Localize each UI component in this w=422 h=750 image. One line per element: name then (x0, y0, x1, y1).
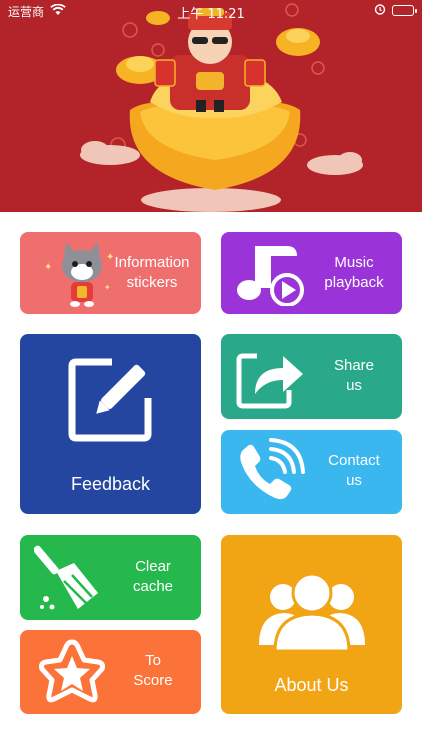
to-score-label-line2: Score (133, 672, 173, 689)
to-score-label-line1: To (145, 652, 161, 669)
status-bar: 运营商 上午 11:21 (0, 0, 422, 22)
information-stickers-label-line2: stickers (126, 274, 178, 291)
about-us-tile[interactable]: About Us (221, 535, 402, 714)
clear-cache-label-line2: cache (132, 578, 174, 595)
battery-icon (392, 5, 417, 16)
cat-sticker-icon: ✦ ✦ ✦ (42, 240, 122, 314)
information-stickers-label-line1: Information (114, 254, 190, 271)
edit-pencil-icon (66, 354, 156, 449)
information-stickers-tile[interactable]: ✦ ✦ ✦ Information stickers (20, 232, 201, 314)
share-arrow-icon (235, 344, 307, 415)
star-icon (36, 638, 108, 713)
music-playback-tile[interactable]: Music playback (221, 232, 402, 314)
share-us-label-line2: us (346, 377, 362, 394)
clear-cache-tile[interactable]: Clear cache (20, 535, 201, 620)
share-us-tile[interactable]: Share us (221, 334, 402, 419)
broom-icon (33, 541, 106, 618)
music-note-play-icon (235, 240, 309, 311)
god-of-wealth-illustration (80, 3, 363, 212)
feedback-label: Feedback (70, 474, 151, 494)
svg-text:✦: ✦ (44, 262, 52, 273)
about-us-label: About Us (274, 675, 349, 695)
phone-icon (235, 438, 305, 511)
music-playback-label-line2: playback (324, 274, 384, 291)
contact-us-label-line2: us (346, 472, 362, 489)
music-playback-label-line1: Music (334, 254, 374, 271)
group-users-icon (257, 571, 367, 660)
alarm-icon (374, 3, 386, 18)
status-time: 上午 11:21 (177, 7, 245, 22)
header-banner (0, 0, 422, 212)
contact-us-tile[interactable]: Contact us (221, 430, 402, 514)
feedback-tile[interactable]: Feedback (20, 334, 201, 514)
svg-text:✦: ✦ (104, 283, 111, 292)
contact-us-label-line1: Contact (328, 452, 380, 469)
clear-cache-label-line1: Clear (135, 558, 171, 575)
share-us-label-line1: Share (333, 357, 375, 374)
to-score-tile[interactable]: To Score (20, 630, 201, 714)
